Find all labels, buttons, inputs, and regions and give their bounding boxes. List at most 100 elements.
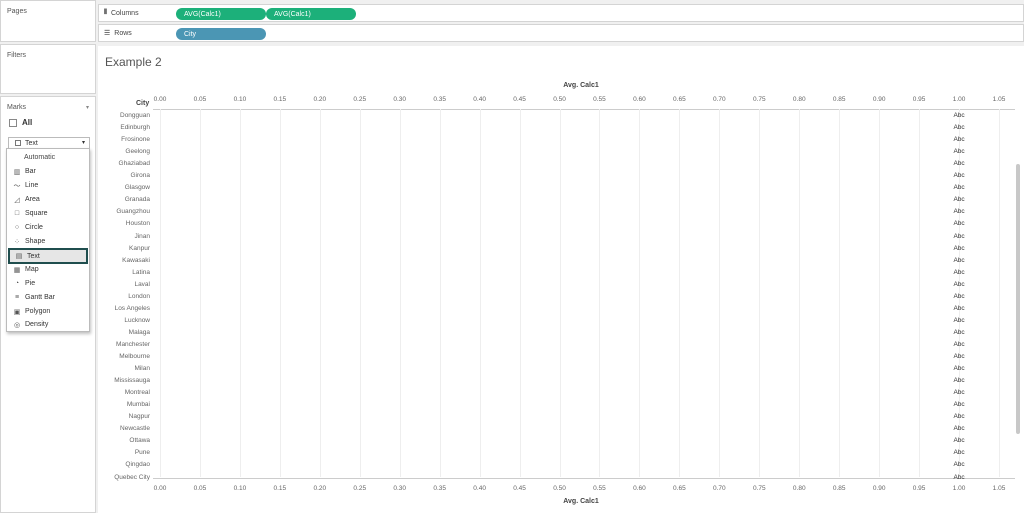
vertical-scrollbar[interactable] <box>1016 164 1020 434</box>
top-axis-title: Avg. Calc1 <box>563 82 599 89</box>
mark-option-label: Density <box>25 321 49 328</box>
pages-shelf[interactable]: Pages <box>0 0 96 42</box>
mark-option-line[interactable]: 〜 Line <box>8 179 88 192</box>
text-mark[interactable]: Abc <box>953 305 964 312</box>
mark-option-label: Area <box>25 196 40 203</box>
text-mark[interactable]: Abc <box>953 257 964 264</box>
text-mark[interactable]: Abc <box>953 269 964 276</box>
text-mark[interactable]: Abc <box>953 437 964 444</box>
line-chart-icon: 〜 <box>13 182 21 190</box>
text-mark[interactable]: Abc <box>953 449 964 456</box>
text-mark[interactable]: Abc <box>953 245 964 252</box>
text-mark[interactable]: Abc <box>953 160 964 167</box>
gridline <box>479 109 481 477</box>
gridline <box>279 109 281 477</box>
text-mark[interactable]: Abc <box>953 474 964 481</box>
bottom-tick-label: 0.75 <box>752 485 766 492</box>
map-icon: ▦ <box>13 266 21 274</box>
top-tick-label: 0.85 <box>832 96 846 103</box>
bottom-tick-label: 0.80 <box>792 485 806 492</box>
gridline <box>639 109 641 477</box>
text-mark[interactable]: Abc <box>953 124 964 131</box>
text-mark[interactable]: Abc <box>953 425 964 432</box>
text-icon <box>15 140 21 146</box>
top-tick-label: 0.25 <box>353 96 367 103</box>
city-label: Mumbai <box>126 401 150 409</box>
chevron-down-icon[interactable]: ▾ <box>86 104 89 111</box>
text-mark[interactable]: Abc <box>953 329 964 336</box>
text-mark[interactable]: Abc <box>953 112 964 119</box>
mark-option-label: Line <box>25 182 39 189</box>
marks-all-row[interactable]: All <box>9 118 32 127</box>
text-mark[interactable]: Abc <box>953 377 964 384</box>
text-mark[interactable]: Abc <box>953 233 964 240</box>
shape-icon: ⁘ <box>14 238 20 246</box>
city-label: Dongguan <box>120 112 150 119</box>
bottom-tick-label: 0.20 <box>313 485 327 492</box>
mark-option-area[interactable]: ◿ Area <box>8 193 88 206</box>
mark-option-label: Circle <box>25 224 43 231</box>
text-mark[interactable]: Abc <box>953 172 964 179</box>
top-axis-line <box>153 109 1015 110</box>
bottom-tick-label: 0.90 <box>872 485 886 492</box>
text-mark[interactable]: Abc <box>953 148 964 155</box>
mark-option-label: Polygon <box>25 308 51 315</box>
text-mark[interactable]: Abc <box>953 401 964 408</box>
bottom-tick-label: 0.25 <box>353 485 367 492</box>
gridline <box>559 109 561 477</box>
column-pill-2[interactable]: AVG(Calc1) <box>266 8 356 20</box>
mark-option-square[interactable]: □ Square <box>8 207 88 220</box>
gridline <box>919 109 921 477</box>
mark-type-value: Text <box>25 139 38 147</box>
text-mark[interactable]: Abc <box>953 184 964 191</box>
text-mark[interactable]: Abc <box>953 353 964 360</box>
mark-option-polygon[interactable]: ▣ Polygon <box>8 305 88 318</box>
filters-shelf[interactable]: Filters <box>0 44 96 94</box>
mark-option-text[interactable]: ▤ Text <box>8 248 88 264</box>
text-mark[interactable]: Abc <box>953 317 964 324</box>
text-mark[interactable]: Abc <box>953 208 964 215</box>
text-mark[interactable]: Abc <box>953 389 964 396</box>
chevron-down-icon[interactable]: ▾ <box>82 139 85 146</box>
top-tick-label: 0.20 <box>313 96 327 103</box>
top-tick-label: 0.90 <box>872 96 886 103</box>
mark-option-label: Square <box>25 210 48 217</box>
mark-option-circle[interactable]: ○ Circle <box>8 221 88 234</box>
mark-option-map[interactable]: ▦ Map <box>8 263 88 276</box>
columns-shelf[interactable]: ⫴ Columns AVG(Calc1) AVG(Calc1) <box>98 4 1024 22</box>
text-mark[interactable]: Abc <box>953 220 964 227</box>
bottom-tick-label: 0.50 <box>553 485 566 492</box>
mark-option-pie[interactable]: ◔ Pie <box>8 277 88 290</box>
mark-option-bar[interactable]: ▥ Bar <box>8 165 88 178</box>
gridline <box>319 109 321 477</box>
city-header: City <box>136 100 150 107</box>
mark-option-automatic[interactable]: Automatic <box>8 151 88 164</box>
gridline <box>160 109 161 477</box>
text-mark[interactable]: Abc <box>953 281 964 288</box>
text-mark[interactable]: Abc <box>953 341 964 348</box>
text-mark[interactable]: Abc <box>953 461 964 468</box>
text-mark[interactable]: Abc <box>953 136 964 143</box>
text-mark[interactable]: Abc <box>953 196 964 203</box>
text-mark[interactable]: Abc <box>953 365 964 372</box>
city-label: Guangzhou <box>116 208 150 216</box>
bottom-tick-label: 0.55 <box>593 485 606 492</box>
mark-option-label: Pie <box>25 280 36 287</box>
mark-option-shape[interactable]: ⁘ Shape <box>8 235 88 248</box>
sheet-title: Example 2 <box>105 55 162 69</box>
text-mark[interactable]: Abc <box>953 293 964 300</box>
rows-shelf[interactable]: ☰ Rows City <box>98 24 1024 42</box>
mark-option-gantt-bar[interactable]: ≡ Gantt Bar <box>8 291 88 304</box>
column-pill-1[interactable]: AVG(Calc1) <box>176 8 266 20</box>
gridline <box>399 109 401 477</box>
row-pill-city[interactable]: City <box>176 28 266 40</box>
text-mark[interactable]: Abc <box>953 413 964 420</box>
top-tick-label: 0.65 <box>673 96 686 103</box>
gridline <box>599 109 601 477</box>
rows-label-text: Rows <box>114 29 132 37</box>
top-tick-label: 0.40 <box>473 96 486 103</box>
mark-option-label: Bar <box>25 168 36 175</box>
mark-option-density[interactable]: ◎ Density <box>8 318 88 331</box>
bottom-tick-label: 0.35 <box>433 485 446 492</box>
city-label: Latina <box>132 268 150 276</box>
